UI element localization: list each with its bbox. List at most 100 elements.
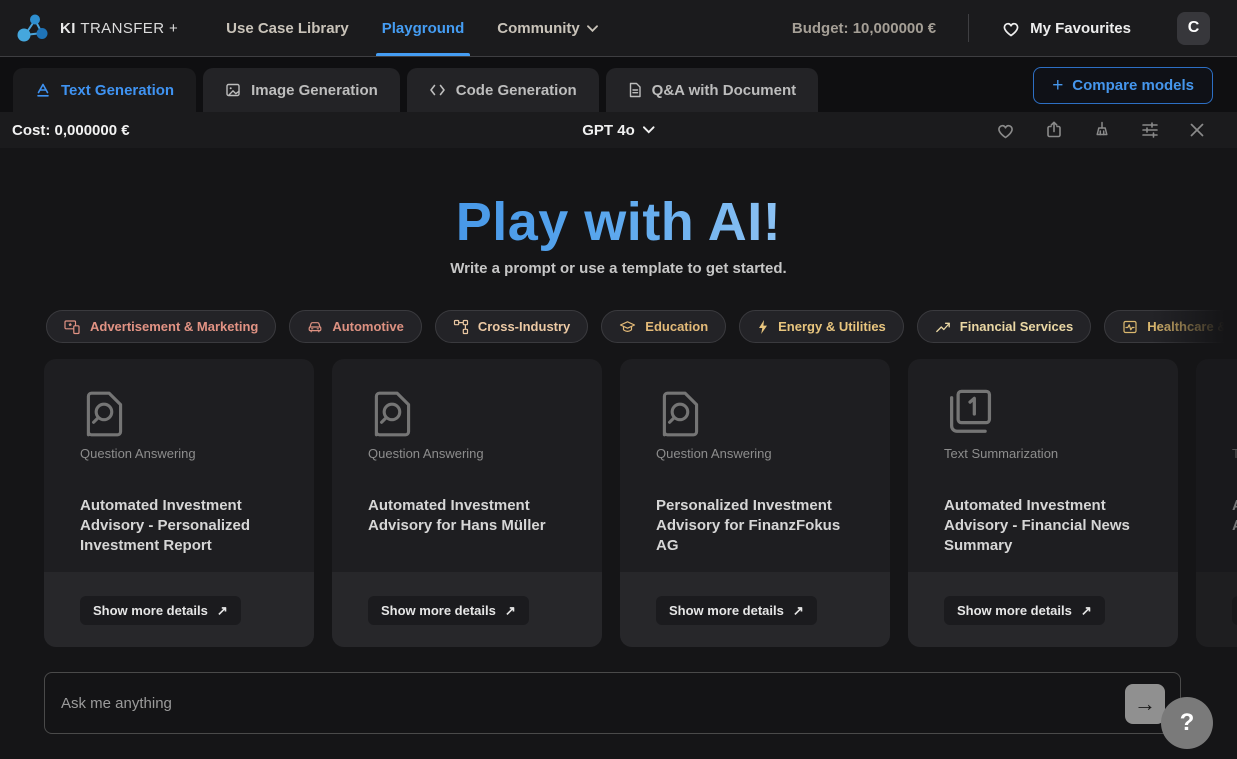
my-favourites-button[interactable]: My Favourites <box>1001 19 1131 38</box>
use-case-card-row: Question Answering Automated Investment … <box>0 359 1237 647</box>
nav-item-community[interactable]: Community <box>497 0 598 56</box>
health-chart-icon <box>1122 319 1138 335</box>
prompt-composer: → <box>44 672 1181 734</box>
card-category: Question Answering <box>80 446 196 461</box>
document-icon <box>628 82 642 98</box>
show-more-details-button[interactable]: Show more details ↗ <box>1232 596 1237 625</box>
category-chip-energy-utilities[interactable]: Energy & Utilities <box>739 310 904 343</box>
heart-icon <box>1001 19 1021 38</box>
budget-label: Budget: 10,000000 € <box>792 20 936 37</box>
arrow-right-icon: → <box>1134 691 1156 717</box>
bolt-icon <box>757 319 769 335</box>
card-category: Text Summarization <box>1232 446 1237 461</box>
chevron-down-icon <box>643 126 655 134</box>
broom-icon <box>1092 120 1112 140</box>
send-button[interactable]: → <box>1125 684 1165 724</box>
chevron-down-icon <box>587 25 598 32</box>
close-session-button[interactable] <box>1188 121 1206 139</box>
favourite-session-button[interactable] <box>995 121 1016 140</box>
card-title: Automated Investment Advisory for <box>1232 496 1237 536</box>
category-filter-row: Advertisement & Marketing Automotive <box>0 310 1237 343</box>
category-chip-financial-services[interactable]: Financial Services <box>917 310 1091 343</box>
page-subtitle: Write a prompt or use a template to get … <box>0 260 1237 277</box>
trend-up-icon <box>935 320 951 334</box>
question-answering-icon <box>656 387 706 441</box>
page-title: Play with AI! <box>0 190 1237 254</box>
org-chart-icon <box>453 319 469 335</box>
show-more-details-button[interactable]: Show more details ↗ <box>656 596 817 625</box>
main-nav: Use Case Library Playground Community <box>226 0 598 56</box>
toolbar-actions <box>995 120 1206 140</box>
tab-image-generation[interactable]: Image Generation <box>203 68 400 112</box>
cost-label: Cost: 0,000000 € <box>12 122 130 139</box>
brand-name: KI TRANSFER + <box>60 20 178 37</box>
card-title: Automated Investment Advisory for Hans M… <box>368 496 578 536</box>
show-more-details-button[interactable]: Show more details ↗ <box>80 596 241 625</box>
nav-item-use-case-library[interactable]: Use Case Library <box>226 0 349 56</box>
use-case-card[interactable]: Question Answering Automated Investment … <box>44 359 314 647</box>
help-button[interactable]: ? <box>1161 697 1213 749</box>
sliders-icon <box>1140 120 1160 140</box>
code-icon <box>429 83 446 97</box>
close-icon <box>1188 121 1206 139</box>
card-category: Question Answering <box>656 446 772 461</box>
arrow-up-right-icon: ↗ <box>793 603 804 619</box>
question-mark-icon: ? <box>1180 709 1195 737</box>
graduation-cap-icon <box>619 319 636 334</box>
category-chip-education[interactable]: Education <box>601 310 726 343</box>
category-chip-cross-industry[interactable]: Cross-Industry <box>435 310 588 343</box>
nav-item-playground[interactable]: Playground <box>382 0 465 56</box>
ads-icon <box>64 319 81 335</box>
card-title: Automated Investment Advisory - Personal… <box>80 496 290 556</box>
card-category: Text Summarization <box>944 446 1058 461</box>
clear-button[interactable] <box>1092 120 1112 140</box>
top-nav: KI TRANSFER + Use Case Library Playgroun… <box>0 0 1237 57</box>
share-icon <box>1044 120 1064 140</box>
use-case-card[interactable]: Question Answering Personalized Investme… <box>620 359 890 647</box>
card-title: Automated Investment Advisory - Financia… <box>944 496 1154 556</box>
user-avatar[interactable]: C <box>1177 12 1210 45</box>
arrow-up-right-icon: ↗ <box>505 603 516 619</box>
settings-button[interactable] <box>1140 120 1160 140</box>
molecule-logo-icon <box>16 12 50 44</box>
image-icon <box>225 82 241 98</box>
text-summarization-icon <box>944 387 996 441</box>
app-root: KI TRANSFER + Use Case Library Playgroun… <box>0 0 1237 759</box>
text-summarization-icon <box>1232 387 1237 441</box>
text-icon <box>35 82 51 98</box>
tab-text-generation[interactable]: Text Generation <box>13 68 196 112</box>
heart-icon <box>995 121 1016 140</box>
tab-bar: Text Generation Image Generation Code Ge… <box>0 57 1237 112</box>
card-footer: Show more details ↗ <box>44 572 314 647</box>
question-answering-icon <box>368 387 418 441</box>
card-footer: Show more details ↗ <box>332 572 602 647</box>
arrow-up-right-icon: ↗ <box>217 603 228 619</box>
card-footer: Show more details ↗ <box>620 572 890 647</box>
use-case-card[interactable]: Question Answering Automated Investment … <box>332 359 602 647</box>
use-case-card[interactable]: Text Summarization Automated Investment … <box>908 359 1178 647</box>
card-footer: Show more details ↗ <box>1196 572 1237 647</box>
compare-models-button[interactable]: + Compare models <box>1033 67 1213 104</box>
tab-code-generation[interactable]: Code Generation <box>407 68 599 112</box>
category-chip-advertisement-marketing[interactable]: Advertisement & Marketing <box>46 310 276 343</box>
category-chip-healthcare-life-science[interactable]: Healthcare & Life Science <box>1104 310 1237 343</box>
card-title: Personalized Investment Advisory for Fin… <box>656 496 866 556</box>
use-case-card-partial[interactable]: Text Summarization Automated Investment … <box>1196 359 1237 647</box>
prompt-input[interactable] <box>45 673 1180 733</box>
plus-icon: + <box>1052 76 1063 95</box>
tab-qa-with-document[interactable]: Q&A with Document <box>606 68 818 112</box>
show-more-details-button[interactable]: Show more details ↗ <box>368 596 529 625</box>
arrow-up-right-icon: ↗ <box>1081 603 1092 619</box>
question-answering-icon <box>80 387 130 441</box>
share-button[interactable] <box>1044 120 1064 140</box>
nav-divider <box>968 14 969 42</box>
card-footer: Show more details ↗ <box>908 572 1178 647</box>
playground-panel: Play with AI! Write a prompt or use a te… <box>0 148 1237 759</box>
card-category: Question Answering <box>368 446 484 461</box>
model-selector[interactable]: GPT 4o <box>582 122 655 139</box>
brand-logo[interactable]: KI TRANSFER + <box>16 12 178 44</box>
session-toolbar: Cost: 0,000000 € GPT 4o <box>0 112 1237 148</box>
show-more-details-button[interactable]: Show more details ↗ <box>944 596 1105 625</box>
category-chip-automotive[interactable]: Automotive <box>289 310 422 343</box>
nav-right: Budget: 10,000000 € My Favourites C <box>792 12 1210 45</box>
